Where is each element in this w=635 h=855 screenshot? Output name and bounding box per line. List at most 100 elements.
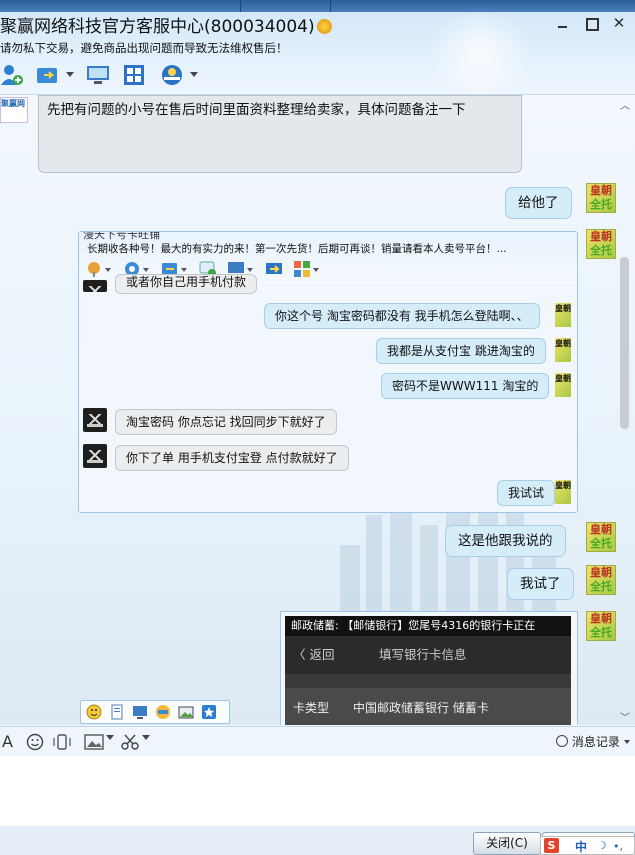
clock-icon: [556, 735, 568, 747]
phone-title: 填写银行卡信息: [379, 647, 467, 662]
window-header: 聚赢网络科技官方客服中心(800034004) 请勿私下交易，避免商品出现问题而…: [0, 0, 635, 95]
avatar-text-bottom: 全托: [590, 537, 612, 550]
document-icon[interactable]: [109, 704, 125, 720]
message-bubble: 这是他跟我说的: [445, 525, 566, 557]
title-strip: [0, 0, 635, 12]
user-avatar-small: 皇朝: [555, 338, 571, 362]
user-avatar-small: 皇朝: [555, 303, 571, 327]
message-bubble-cut: 或者你自己用手机付款: [115, 274, 258, 294]
avatar-text-bottom: 全托: [590, 580, 612, 593]
bottom-bar: 关闭(C) S 中 ☽ •,: [0, 826, 635, 855]
file-transfer-icon[interactable]: [36, 63, 60, 87]
screen-icon[interactable]: [132, 704, 148, 720]
remote-desktop-icon[interactable]: [86, 63, 110, 87]
half-width-icon[interactable]: ☽: [597, 839, 607, 852]
window-title-text: 聚赢网络科技官方客服中心(800034004): [0, 17, 315, 37]
user-avatar[interactable]: 皇朝 全托: [586, 522, 616, 552]
scroll-down-icon[interactable]: ﹀: [620, 709, 630, 724]
user-avatar[interactable]: 皇朝 全托: [586, 183, 616, 213]
user-avatar-small: 皇朝: [555, 373, 571, 397]
image-icon[interactable]: [178, 704, 194, 720]
file-dropdown-icon: [181, 268, 187, 272]
input-method-bar[interactable]: S 中 ☽ •,: [540, 836, 635, 855]
scroll-up-icon[interactable]: ︿: [620, 97, 630, 112]
avatar-text-top: 皇朝: [590, 230, 612, 243]
emoji-icon[interactable]: [86, 704, 102, 720]
apps-dropdown-icon: [313, 268, 319, 272]
apps-icon: [294, 261, 310, 277]
sogou-logo-icon: S: [544, 838, 559, 853]
picture-dropdown-icon[interactable]: [106, 735, 114, 740]
avatar-text-top: 皇朝: [555, 374, 571, 383]
remote-dropdown-icon: [247, 268, 253, 272]
video-dropdown-icon: [143, 268, 149, 272]
more-apps-icon[interactable]: [160, 63, 184, 87]
message-bubble: 淘宝密码 你点忘记 找回同步下就好了: [115, 409, 337, 435]
avatar-text-top: 皇朝: [590, 566, 612, 579]
format-toolbar: A 消息记录: [0, 726, 635, 756]
chat-toolbar: [0, 63, 240, 89]
chat-area[interactable]: 聚赢网 先把有问题的小号在售后时间里面资料整理给卖家，具体问题备注一下 给他了 …: [0, 95, 635, 725]
smiley-icon[interactable]: [26, 733, 44, 751]
phone-screen: 邮政储蓄: 【邮储银行】您尾号4316的银行卡正在 〈 返回 填写银行卡信息 卡…: [285, 616, 571, 725]
share-screen-icon: [266, 263, 282, 274]
vip-badge-icon: [316, 19, 332, 34]
seller-avatar: [83, 280, 107, 292]
vibrate-icon[interactable]: [52, 733, 72, 751]
avatar-text-top: 皇朝: [555, 339, 571, 348]
seller-avatar: [83, 408, 107, 432]
window-title: 聚赢网络科技官方客服中心(800034004): [0, 12, 332, 37]
message-bubble: 先把有问题的小号在售后时间里面资料整理给卖家，具体问题备注一下: [38, 95, 522, 173]
picture-icon[interactable]: [84, 733, 104, 751]
avatar-text-bottom: 全托: [590, 626, 612, 639]
header-decoration: [420, 14, 540, 94]
close-icon[interactable]: ✕: [611, 16, 627, 31]
scroll-thumb[interactable]: [620, 257, 629, 429]
message-bubble: 密码不是WWW111 淘宝的: [381, 373, 550, 399]
favorite-icon[interactable]: [201, 704, 217, 720]
message-history-button[interactable]: 消息记录: [556, 733, 630, 750]
avatar-text-top: 皇朝: [590, 612, 612, 625]
forwarded-screenshot[interactable]: 漫天下号卡旺铺 长期收各种号！最大的有实力的来！第一次先货！后期可再谈！销量请看…: [78, 231, 578, 513]
phone-navbar: 〈 返回 填写银行卡信息: [285, 636, 571, 674]
font-icon[interactable]: A: [2, 733, 13, 751]
user-avatar[interactable]: 皇朝 全托: [586, 229, 616, 259]
app-center-icon[interactable]: [122, 63, 146, 87]
minimize-icon[interactable]: [555, 16, 571, 30]
ime-mode[interactable]: 中: [575, 838, 587, 855]
message-bubble: 我都是从支付宝 跳进淘宝的: [376, 338, 546, 364]
avatar-text-top: 皇朝: [555, 481, 571, 490]
message-bubble: 你这个号 淘宝密码都没有 我手机怎么登陆啊、、: [264, 303, 540, 329]
phone-screenshot-image[interactable]: 邮政储蓄: 【邮储银行】您尾号4316的银行卡正在 〈 返回 填写银行卡信息 卡…: [280, 611, 578, 725]
message-bubble: 你下了单 用手机支付宝登 点付款就好了: [115, 445, 349, 471]
more-apps-dropdown-icon[interactable]: [190, 72, 198, 77]
history-dropdown-icon: [623, 740, 630, 744]
user-avatar[interactable]: 皇朝 全托: [586, 565, 616, 595]
avatar-text-top: 皇朝: [590, 523, 612, 536]
forwarded-signature: 长期收各种号！最大的有实力的来！第一次先货！后期可再谈！销量请看本人卖号平台！.…: [87, 243, 507, 255]
file-transfer-dropdown-icon[interactable]: [66, 72, 74, 77]
chat-scrollbar[interactable]: ︿ ﹀: [619, 95, 631, 725]
phone-notification: 邮政储蓄: 【邮储银行】您尾号4316的银行卡正在: [285, 616, 571, 636]
gift-icon[interactable]: [155, 704, 171, 720]
message-history-label: 消息记录: [571, 735, 620, 749]
quick-emoji-bar: [80, 700, 230, 724]
punctuation-icon[interactable]: •,: [613, 840, 623, 853]
message-input[interactable]: [0, 756, 635, 826]
phone-row-key: 卡类型: [293, 701, 330, 715]
avatar-text-bottom: 全托: [590, 198, 612, 211]
avatar-text-top: 皇朝: [555, 304, 571, 313]
user-avatar-small: 皇朝: [555, 480, 571, 504]
voice-dropdown-icon: [105, 268, 111, 272]
user-avatar[interactable]: 皇朝 全托: [586, 611, 616, 641]
screenshot-dropdown-icon[interactable]: [142, 735, 150, 740]
voice-icon: [88, 262, 100, 277]
maximize-icon[interactable]: [583, 16, 599, 31]
trade-warning: 请勿私下交易，避免商品出现问题而导致无法维权售后！: [0, 41, 288, 55]
add-contact-icon[interactable]: [0, 63, 24, 87]
service-logo-avatar: 聚赢网: [0, 97, 28, 123]
avatar-text-top: 皇朝: [590, 184, 612, 197]
close-button[interactable]: 关闭(C): [473, 832, 541, 855]
scissors-icon[interactable]: [120, 733, 140, 751]
phone-row-value: 中国邮政储蓄银行 储蓄卡: [353, 701, 489, 715]
